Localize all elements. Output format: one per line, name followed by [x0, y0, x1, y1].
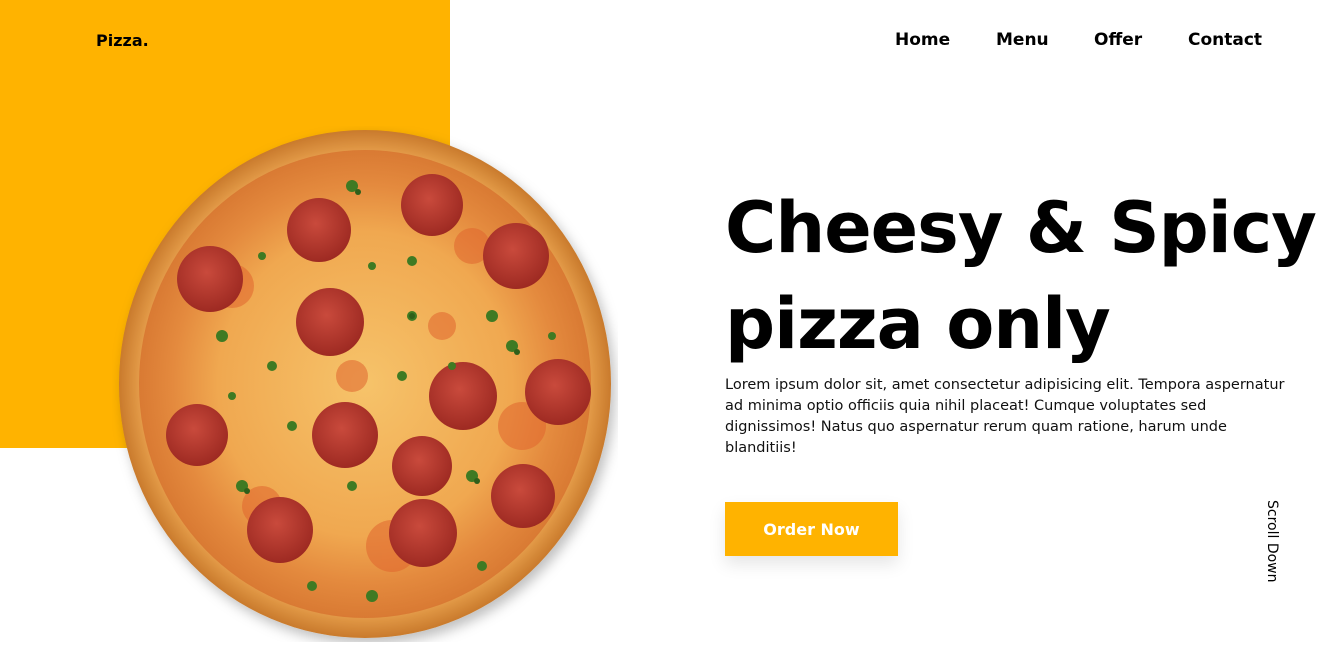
order-now-button[interactable]: Order Now — [725, 502, 898, 556]
hero-description: Lorem ipsum dolor sit, amet consectetur … — [725, 377, 1285, 456]
hero-title: Cheesy & Spicy pizza only — [725, 180, 1325, 372]
hero-title-line-1: Cheesy & Spicy — [725, 187, 1317, 269]
nav-item-offer[interactable]: Offer — [1094, 30, 1142, 50]
main-navigation: Home Menu Offer Contact — [0, 30, 1339, 54]
pizza-image — [112, 126, 618, 642]
scroll-down-link[interactable]: Scroll Down — [1262, 500, 1282, 583]
nav-item-menu[interactable]: Menu — [996, 30, 1049, 50]
hero-title-line-2: pizza only — [725, 283, 1111, 365]
nav-item-home[interactable]: Home — [895, 30, 950, 50]
nav-item-contact[interactable]: Contact — [1188, 30, 1262, 50]
